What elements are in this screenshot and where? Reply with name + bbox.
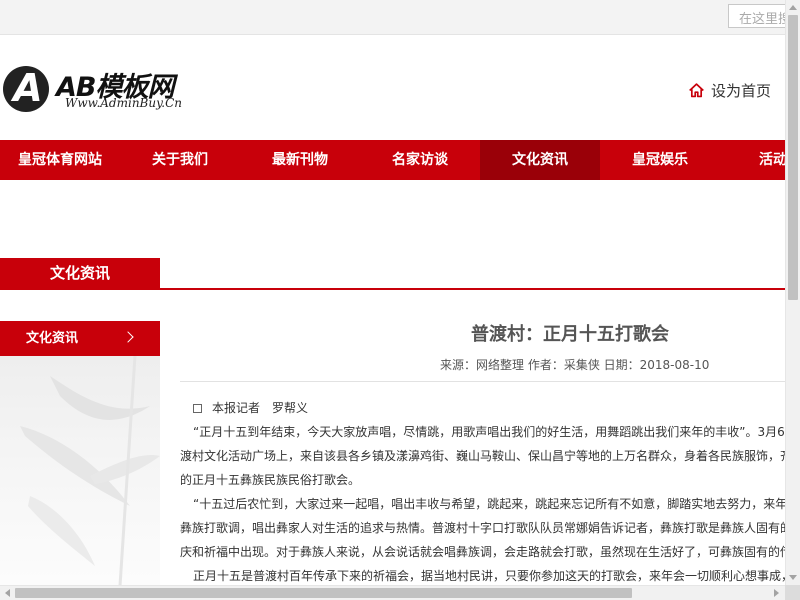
logo-mark-letter: A xyxy=(13,66,43,110)
horizontal-scrollbar[interactable] xyxy=(0,585,785,600)
site-header: A AB模板网 Www.AdminBuy.Cn 设为首页 xyxy=(0,35,785,140)
image-placeholder-icon xyxy=(193,404,202,413)
section-divider xyxy=(0,288,785,290)
vertical-scroll-thumb[interactable] xyxy=(788,15,798,300)
article-line: “正月十五到年结束，今天大家放声唱，尽情跳，用歌声唱出我们的好生活，用舞蹈跳出我… xyxy=(193,425,785,439)
site-logo[interactable]: A AB模板网 Www.AdminBuy.Cn xyxy=(3,66,198,114)
article-line: “十五过后农忙到，大家过来一起唱，唱出丰收与希望，跳起来，跳起来忘记所有不如意，… xyxy=(193,497,785,511)
chevron-right-icon xyxy=(122,331,134,343)
main-nav: 皇冠体育网站 关于我们 最新刊物 名家访谈 文化资讯 皇冠娱乐 活动报 xyxy=(0,140,785,180)
set-homepage-label: 设为首页 xyxy=(711,82,772,100)
nav-item-huangguan-sports[interactable]: 皇冠体育网站 xyxy=(0,140,120,180)
scroll-up-arrow-icon[interactable] xyxy=(789,4,797,10)
scroll-right-arrow-icon[interactable] xyxy=(774,589,780,597)
scrollbar-corner xyxy=(785,585,800,600)
article-line: 庆和祈福中出现。对于彝族人来说，从会说话就会唱彝族调，会走路就会打歌，虽然现在生… xyxy=(180,545,785,559)
set-homepage-link[interactable]: 设为首页 xyxy=(688,80,771,101)
section-title: 文化资讯 xyxy=(0,258,160,288)
sidebar-item-culture-news[interactable]: 文化资讯 xyxy=(0,321,160,356)
bamboo-decoration xyxy=(0,355,160,586)
logo-subtitle: Www.AdminBuy.Cn xyxy=(65,96,183,110)
scroll-down-arrow-icon[interactable] xyxy=(789,575,797,581)
article: 普渡村：正月十五打歌会 来源：网络整理 作者：采集侠 日期：2018-08-10… xyxy=(180,310,785,586)
section-header: 文化资讯 xyxy=(0,258,785,291)
logo-mark-icon: A xyxy=(3,66,49,112)
article-line: 渡村文化活动广场上，来自该县各乡镇及漾濞鸡街、巍山马鞍山、保山昌宁等地的上万名群… xyxy=(180,449,785,463)
vertical-scrollbar[interactable] xyxy=(785,0,800,585)
nav-item-about-us[interactable]: 关于我们 xyxy=(120,140,240,180)
horizontal-scroll-thumb[interactable] xyxy=(15,588,632,598)
article-body: 本报记者 罗帮义 “正月十五到年结束，今天大家放声唱，尽情跳，用歌声唱出我们的好… xyxy=(180,396,785,586)
article-title: 普渡村：正月十五打歌会 xyxy=(471,324,669,345)
article-line: 彝族打歌调，唱出彝家人对生活的追求与热情。普渡村十字口打歌队队员常娜娟告诉记者，… xyxy=(180,521,785,535)
home-icon xyxy=(689,83,704,98)
article-line: 本报记者 罗帮义 xyxy=(180,396,785,420)
article-line: 正月十五是普渡村百年传承下来的祈福会，据当地村民讲，只要你参加这天的打歌会，来年… xyxy=(193,569,785,583)
sidebar: 文化资讯 xyxy=(0,321,160,586)
nav-item-latest-issues[interactable]: 最新刊物 xyxy=(240,140,360,180)
article-divider xyxy=(180,381,785,382)
nav-item-interviews[interactable]: 名家访谈 xyxy=(360,140,480,180)
article-meta: 来源：网络整理 作者：采集侠 日期：2018-08-10 xyxy=(440,358,710,372)
top-bar: 在这里搜 xyxy=(0,0,798,35)
nav-item-events[interactable]: 活动报 xyxy=(720,140,785,180)
nav-item-culture-news[interactable]: 文化资讯 xyxy=(480,140,600,180)
sidebar-item-label: 文化资讯 xyxy=(26,331,79,346)
nav-item-huangguan-entertainment[interactable]: 皇冠娱乐 xyxy=(600,140,720,180)
scroll-left-arrow-icon[interactable] xyxy=(4,589,10,597)
article-line: 的正月十五彝族民族民俗打歌会。 xyxy=(180,473,361,487)
